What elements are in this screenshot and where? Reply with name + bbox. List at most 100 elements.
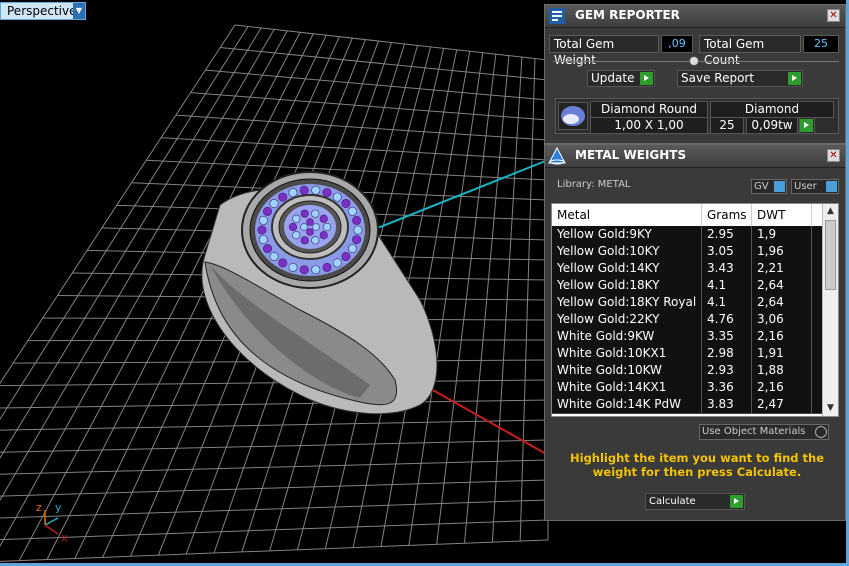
splitter-handle[interactable]: [689, 56, 699, 66]
calculate-label: Calculate: [649, 496, 696, 507]
gem-reporter-titlebar[interactable]: GEM REPORTER ✕: [545, 5, 845, 28]
dwt-cell: 1,88: [752, 362, 812, 379]
gv-toggle[interactable]: GV: [751, 179, 787, 194]
column-header-grams[interactable]: Grams: [702, 204, 752, 226]
metal-weights-panel: METAL WEIGHTS ✕ Library: METAL GV User M…: [544, 144, 846, 521]
metal-name-cell: White Gold:10KW: [552, 362, 702, 379]
axis-x-label: x: [61, 531, 68, 544]
use-object-materials-toggle[interactable]: Use Object Materials: [699, 424, 829, 440]
metal-table-header: Metal Grams DWT: [552, 204, 824, 226]
gem-row[interactable]: Diamond Round Diamond 1,00 X 1,00 25 0,0…: [555, 98, 839, 134]
play-icon: [788, 72, 801, 85]
calculate-button[interactable]: Calculate: [645, 493, 745, 510]
metal-weights-title: METAL WEIGHTS: [575, 148, 687, 162]
metal-name-cell: Yellow Gold:22KY: [552, 311, 702, 328]
user-label: User: [794, 181, 817, 192]
update-label: Update: [591, 71, 635, 85]
total-gem-count-value: 25: [803, 35, 839, 53]
grams-cell: 3.35: [702, 328, 752, 345]
chevron-down-icon[interactable]: ▼: [73, 3, 85, 19]
toggle-indicator-icon: [826, 181, 837, 192]
table-row[interactable]: White Gold:14K PdW 3.83 2,47: [552, 396, 824, 414]
grams-cell: 4.1: [702, 277, 752, 294]
round-diamond-icon: [558, 102, 588, 130]
library-label: Library: METAL: [557, 179, 631, 190]
ring-model[interactable]: [201, 171, 438, 415]
dwt-cell: 1,9: [752, 226, 812, 243]
table-row[interactable]: Yellow Gold:14KY 3.43 2,21: [552, 260, 824, 278]
use-object-materials-label: Use Object Materials: [702, 426, 806, 437]
total-gem-weight-value: ,09: [661, 35, 693, 53]
grams-cell: 4.1: [702, 294, 752, 311]
close-icon[interactable]: ✕: [827, 149, 840, 162]
x-axis-line: [414, 379, 549, 456]
total-gem-count-label: Total Gem Count: [699, 35, 801, 67]
grams-cell: 3.83: [702, 396, 752, 413]
table-row[interactable]: White Gold:9KW 3.35 2,16: [552, 328, 824, 346]
grams-cell: 3.36: [702, 379, 752, 396]
dwt-cell: 2,16: [752, 379, 812, 396]
metal-weight-icon: [548, 147, 566, 165]
save-report-button[interactable]: Save Report: [677, 70, 803, 87]
grams-cell: 2.93: [702, 362, 752, 379]
scroll-down-icon[interactable]: ▼: [823, 401, 838, 416]
table-row[interactable]: White Gold:14KX1 3.36 2,16: [552, 379, 824, 397]
gem-count: 25: [710, 117, 744, 134]
dwt-cell: 1,96: [752, 243, 812, 260]
view-mode-selector[interactable]: Perspective ▼: [0, 2, 86, 20]
scroll-thumb[interactable]: [825, 220, 836, 290]
update-button[interactable]: Update: [587, 70, 655, 87]
metal-name-cell: Yellow Gold:18KY: [552, 277, 702, 294]
play-icon: [730, 495, 743, 508]
user-toggle[interactable]: User: [791, 179, 839, 194]
gem-go-button[interactable]: [799, 117, 815, 134]
metal-name-cell: Yellow Gold:14KY: [552, 260, 702, 277]
dwt-cell: 2,47: [752, 396, 812, 413]
grams-cell: 2.95: [702, 226, 752, 243]
table-row[interactable]: White Gold:10KX1 2.98 1,91: [552, 345, 824, 363]
metal-name-cell: Yellow Gold:9KY: [552, 226, 702, 243]
table-row[interactable]: Yellow Gold:10KY 3.05 1,96: [552, 243, 824, 261]
column-header-metal[interactable]: Metal: [552, 204, 702, 226]
play-icon: [800, 119, 813, 132]
grams-cell: 3.05: [702, 243, 752, 260]
toggle-indicator-icon: [774, 181, 785, 192]
close-icon[interactable]: ✕: [827, 9, 840, 22]
gem-material: Diamond: [710, 101, 834, 118]
axis-y-label: y: [55, 501, 62, 514]
dwt-cell: 2,64: [752, 294, 812, 311]
instruction-text: Highlight the item you want to find the …: [570, 451, 824, 479]
radio-icon: [815, 426, 827, 438]
dwt-cell: 1,91: [752, 345, 812, 362]
metal-name-cell: White Gold:14KX1: [552, 379, 702, 396]
gv-label: GV: [754, 181, 769, 192]
table-row[interactable]: Yellow Gold:18KY Royal 4.1 2,64: [552, 294, 824, 312]
gem-weight: 0,09tw: [746, 117, 798, 134]
column-header-dwt[interactable]: DWT: [752, 204, 812, 226]
metal-table-scrollbar[interactable]: ▲ ▼: [822, 204, 838, 416]
y-axis-line: [359, 159, 549, 236]
grams-cell: 4.76: [702, 311, 752, 328]
metal-name-cell: Yellow Gold:10KY: [552, 243, 702, 260]
gem-size: 1,00 X 1,00: [590, 117, 708, 134]
table-row[interactable]: Yellow Gold:22KY 4.76 3,06: [552, 311, 824, 329]
save-report-label: Save Report: [681, 71, 755, 85]
metal-name-cell: White Gold:10KX1: [552, 345, 702, 362]
total-gem-weight-label: Total Gem Weight: [549, 35, 659, 67]
dwt-cell: 2,64: [752, 277, 812, 294]
axis-z-label: z: [36, 501, 42, 514]
metal-weights-titlebar[interactable]: METAL WEIGHTS ✕: [545, 145, 845, 168]
gem-report-icon: [549, 8, 565, 24]
grams-cell: 2.98: [702, 345, 752, 362]
table-row[interactable]: Yellow Gold:18KY 4.1 2,64: [552, 277, 824, 295]
table-row[interactable]: White Gold:10KW 2.93 1,88: [552, 362, 824, 380]
view-mode-label: Perspective: [7, 4, 77, 18]
dwt-cell: 2,21: [752, 260, 812, 277]
table-row[interactable]: Yellow Gold:9KY 2.95 1,9: [552, 226, 824, 244]
gem-reporter-title: GEM REPORTER: [575, 8, 680, 22]
scroll-up-icon[interactable]: ▲: [823, 204, 838, 219]
metal-table[interactable]: Metal Grams DWT Yellow Gold:9KY 2.95 1,9 Ye…: [551, 203, 839, 417]
gem-reporter-panel: GEM REPORTER ✕ Total Gem Weight ,09 Tota…: [544, 4, 846, 144]
metal-name-cell: White Gold:14K PdW: [552, 396, 702, 413]
gem-shape: Diamond Round: [590, 101, 708, 118]
